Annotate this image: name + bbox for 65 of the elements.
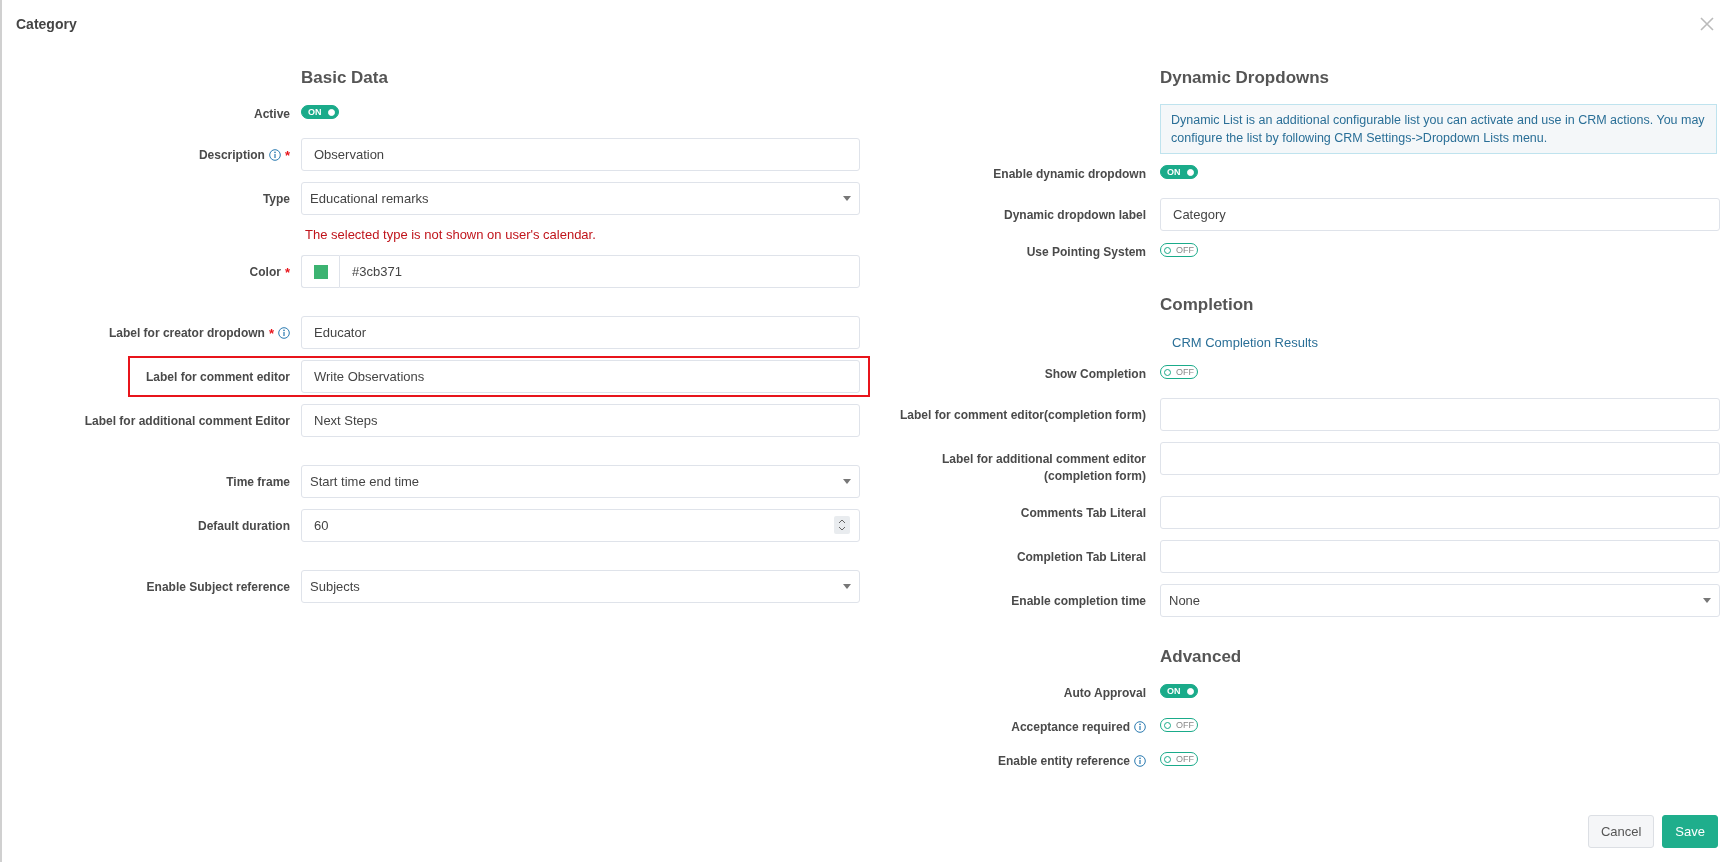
info-icon [1134,721,1146,733]
text-field[interactable]: Observation [301,138,860,171]
section-heading: Advanced [1160,647,1243,667]
field-label: Color [249,264,281,281]
caret-icon [1703,598,1711,603]
field-label: Description [198,147,265,164]
field-label: Type [262,191,290,208]
required-mark: * [284,264,290,281]
field-label: Label for additional comment Editor [84,413,290,430]
field-label: Label for comment editor [145,369,290,386]
dialog-title: Category [16,16,77,32]
color-value-field[interactable]: #3cb371 [339,255,860,288]
info-icon [268,149,281,161]
field-label: Label for comment editor(completion form) [900,407,1146,424]
field-label: Label for creator dropdown [108,325,265,342]
section-heading: Dynamic Dropdowns [1160,68,1331,88]
field-label: Label for additional comment editor (completion form) [940,451,1146,485]
field-label: Enable dynamic dropdown [993,166,1146,183]
select-field[interactable]: Start time end time [301,465,860,498]
select-field[interactable]: Subjects [301,570,860,603]
field-label: Active [253,106,290,123]
number-field[interactable]: 60 [301,509,860,542]
text-field[interactable] [1160,442,1720,475]
info-icon [278,327,290,339]
info-icon [1134,755,1146,767]
info-note: Dynamic List is an additional configurable list you can activate and use in CRM actions. You may configure the list by following CRM Settings->Dropdown Lists menu. [1160,104,1717,154]
field-label: Comments Tab Literal [1020,505,1146,522]
field-label: Auto Approval [1063,685,1146,702]
field-label: Acceptance required [1011,719,1130,736]
text-field[interactable] [1160,540,1720,573]
select-field[interactable]: Educational remarks [301,182,860,215]
field-label: Default duration [198,518,290,535]
completion-results-link[interactable]: CRM Completion Results [1172,335,1318,350]
field-label: Enable completion time [1011,593,1146,610]
color-swatch[interactable] [313,264,328,279]
close-icon[interactable] [1700,17,1714,31]
select-field[interactable]: None [1160,584,1720,617]
required-mark: * [284,147,290,164]
field-label: Enable Subject reference [146,579,290,596]
text-field[interactable]: Category [1160,198,1720,231]
toggle-switch[interactable]: OFF [1160,243,1198,257]
text-field[interactable] [1160,398,1720,431]
text-field[interactable] [1160,496,1720,529]
spinner-icon[interactable] [834,516,850,534]
text-field[interactable]: Write Observations [301,360,860,393]
section-heading: Basic Data [301,68,389,88]
error-message: The selected type is not shown on user's calendar. [305,227,597,242]
color-picker-button[interactable] [301,255,339,288]
caret-icon [843,584,851,589]
caret-icon [843,196,851,201]
field-label: Use Pointing System [1026,244,1146,261]
toggle-switch[interactable]: OFF [1160,365,1198,379]
cancel-button[interactable]: Cancel [1587,815,1655,848]
field-label: Dynamic dropdown label [1003,207,1146,224]
toggle-switch[interactable]: OFF [1160,718,1198,732]
required-mark: * [268,325,274,342]
text-field[interactable]: Educator [301,316,860,349]
toggle-switch[interactable]: OFF [1160,752,1198,766]
field-label: Enable entity reference [997,753,1130,770]
field-label: Time frame [226,474,290,491]
text-field[interactable]: Next Steps [301,404,860,437]
section-heading: Completion [1160,295,1255,315]
field-label: Show Completion [1044,366,1146,383]
field-label: Completion Tab Literal [1016,549,1146,566]
caret-icon [843,479,851,484]
